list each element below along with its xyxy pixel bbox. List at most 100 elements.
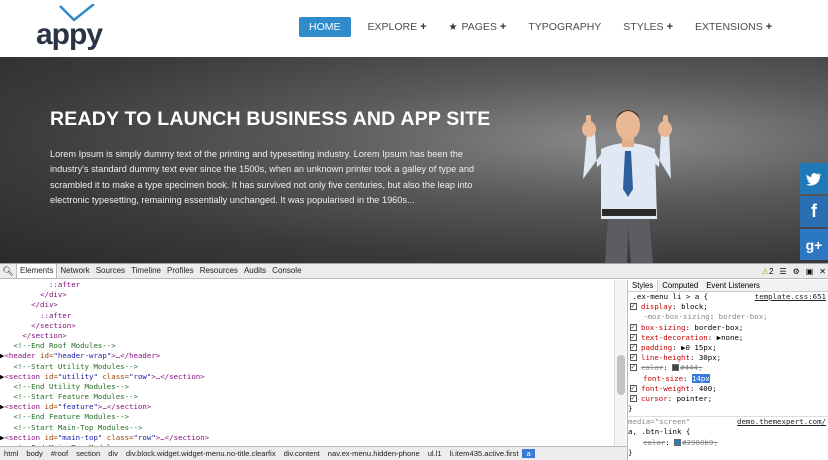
property-checkbox[interactable] <box>630 383 637 393</box>
dom-tree-node[interactable]: </section> <box>0 321 614 331</box>
css-source-link[interactable]: template.css:651 <box>755 292 826 302</box>
dom-tree-node[interactable]: <!--Start Utility Modules--> <box>0 362 614 372</box>
color-swatch[interactable] <box>672 364 680 372</box>
dom-tree-node[interactable]: ▶<header id="header-wrap">…</header> <box>0 351 614 361</box>
property-checkbox[interactable] <box>630 301 637 311</box>
breadcrumb-item[interactable]: html <box>0 449 22 458</box>
dom-tree[interactable]: ::after </div> </div> ::after </section>… <box>0 280 614 446</box>
dom-tree-node[interactable]: </div> <box>0 290 614 300</box>
css-source-link[interactable]: demo.themexpert.com/ <box>737 417 826 427</box>
nav-item-home[interactable]: HOME <box>299 17 351 37</box>
breadcrumb-item[interactable]: div.block.widget.widget-menu.no-title.cl… <box>122 449 280 458</box>
devtools-tab-sources[interactable]: Sources <box>93 264 128 278</box>
breadcrumb-item[interactable]: nav.ex-menu.hidden-phone <box>324 449 424 458</box>
css-property[interactable]: color: #444; <box>628 362 828 373</box>
nav-item-explore[interactable]: EXPLORE + <box>368 21 427 33</box>
devtools-panel: 🔍︎ Elements Network Sources Timeline Profile… <box>0 263 828 460</box>
dom-tree-node[interactable]: </section> <box>0 331 614 341</box>
property-checkbox[interactable] <box>630 332 637 342</box>
css-property-name: padding <box>641 342 673 352</box>
css-property-name: display <box>641 302 673 312</box>
css-property-value[interactable]: block; <box>681 302 708 311</box>
devtools-toolbar: 🔍︎ Elements Network Sources Timeline Profile… <box>0 264 828 279</box>
property-checkbox[interactable] <box>630 352 637 362</box>
dom-tree-node[interactable]: <!--End Roof Modules--> <box>0 341 614 351</box>
devtools-tab-resources[interactable]: Resources <box>197 264 241 278</box>
breadcrumb-item[interactable]: #roof <box>47 449 72 458</box>
css-property-value[interactable]: border-box; <box>719 312 768 321</box>
inspect-search-icon[interactable]: 🔍︎ <box>0 264 16 278</box>
twitter-share-button[interactable] <box>800 163 828 194</box>
dom-tree-node[interactable]: <!--End Utility Modules--> <box>0 382 614 392</box>
dom-scrollbar[interactable] <box>614 280 626 446</box>
settings-gear-icon[interactable]: ⚙ <box>793 267 800 276</box>
css-property[interactable]: text-decoration: ▶none; <box>628 332 828 343</box>
property-checkbox[interactable] <box>630 362 637 373</box>
styles-tab-computed[interactable]: Computed <box>658 280 702 291</box>
dom-tree-node[interactable]: ::after <box>0 280 614 290</box>
breadcrumb-item[interactable]: a <box>522 449 535 458</box>
dom-tree-node[interactable]: <!--Start Feature Modules--> <box>0 392 614 402</box>
breadcrumb-item[interactable]: body <box>22 449 46 458</box>
breadcrumb-item[interactable]: div.content <box>280 449 324 458</box>
devtools-tab-network[interactable]: Network <box>57 264 92 278</box>
devtools-tab-console[interactable]: Console <box>269 264 304 278</box>
nav-item-styles[interactable]: STYLES + <box>623 21 673 33</box>
dock-icon[interactable]: ▣ <box>806 267 814 276</box>
breadcrumb-item[interactable]: div <box>104 449 122 458</box>
nav-item-pages[interactable]: ★ PAGES + <box>449 21 507 33</box>
hero-banner: READY TO LAUNCH BUSINESS AND APP SITE Lo… <box>0 57 828 263</box>
hero-text: Lorem Ipsum is simply dummy text of the … <box>50 149 475 205</box>
css-property[interactable]: color: #2980b9; <box>628 438 828 448</box>
dom-tree-node[interactable]: <!--End Feature Modules--> <box>0 412 614 422</box>
css-property[interactable]: cursor: pointer; <box>628 393 828 404</box>
css-property-value[interactable]: 400; <box>699 384 717 393</box>
breadcrumb-item[interactable]: ul.l1 <box>424 449 446 458</box>
warning-icon[interactable]: ⚠ <box>762 267 769 276</box>
devtools-tab-timeline[interactable]: Timeline <box>128 264 164 278</box>
breadcrumb-item[interactable]: section <box>72 449 104 458</box>
property-checkbox[interactable] <box>630 322 637 332</box>
property-checkbox[interactable] <box>630 342 637 352</box>
css-property-name: text-decoration <box>641 332 708 342</box>
css-property-value[interactable]: 14px <box>691 373 710 383</box>
breadcrumb-item[interactable]: li.item435.active.first <box>446 449 523 458</box>
main-nav: HOME EXPLORE + ★ PAGES + TYPOGRAPHY STYLES + EXTE… <box>299 17 794 37</box>
devtools-tab-profiles[interactable]: Profiles <box>164 264 197 278</box>
css-property[interactable]: display: block; <box>628 301 828 312</box>
scrollbar-thumb[interactable] <box>617 355 625 395</box>
dom-tree-node[interactable]: ▶<section id="main-top" class="row">…</s… <box>0 433 614 443</box>
css-property[interactable]: font-size: 14px <box>628 373 828 384</box>
css-property-value[interactable]: border-box; <box>694 323 743 332</box>
nav-item-typography[interactable]: TYPOGRAPHY <box>528 21 601 33</box>
css-property-value[interactable]: #444; <box>680 363 702 372</box>
close-devtools-icon[interactable]: ✕ <box>819 267 826 276</box>
nav-item-extensions[interactable]: EXTENSIONS + <box>695 21 772 33</box>
facebook-share-button[interactable]: f <box>800 196 828 227</box>
styles-tab-styles[interactable]: Styles <box>628 280 659 291</box>
dom-tree-node[interactable]: </div> <box>0 300 614 310</box>
css-property-value[interactable]: ▶0 15px; <box>681 343 717 352</box>
dom-tree-node[interactable]: ▶<section id="utility" class="row">…</se… <box>0 372 614 382</box>
styles-tab-event-listeners[interactable]: Event Listeners <box>702 280 764 291</box>
css-property[interactable]: -moz-box-sizing: border-box; <box>628 312 828 322</box>
css-property-value[interactable]: ▶none; <box>717 333 744 342</box>
site-logo[interactable]: appy <box>36 4 108 51</box>
css-property[interactable]: padding: ▶0 15px; <box>628 342 828 353</box>
color-swatch[interactable] <box>674 438 682 446</box>
dom-tree-node[interactable]: ▶<section id="feature">…</section> <box>0 402 614 412</box>
console-drawer-icon[interactable]: ☰ <box>779 267 786 276</box>
dom-tree-node[interactable]: <!--Start Main-Top Modules--> <box>0 423 614 433</box>
googleplus-share-button[interactable]: g+ <box>800 229 828 260</box>
devtools-tab-audits[interactable]: Audits <box>241 264 269 278</box>
css-property-value[interactable]: pointer; <box>677 394 713 403</box>
css-property[interactable]: box-sizing: border-box; <box>628 322 828 333</box>
css-property[interactable]: font-weight: 400; <box>628 383 828 394</box>
css-property[interactable]: line-height: 30px; <box>628 352 828 363</box>
property-checkbox[interactable] <box>630 393 637 403</box>
css-selector: a, .btn-link { <box>628 427 691 437</box>
dom-tree-node[interactable]: ::after <box>0 311 614 321</box>
css-property-value[interactable]: 30px; <box>699 353 721 362</box>
devtools-tab-elements[interactable]: Elements <box>16 264 58 278</box>
css-property-value[interactable]: #2980b9; <box>682 438 718 447</box>
